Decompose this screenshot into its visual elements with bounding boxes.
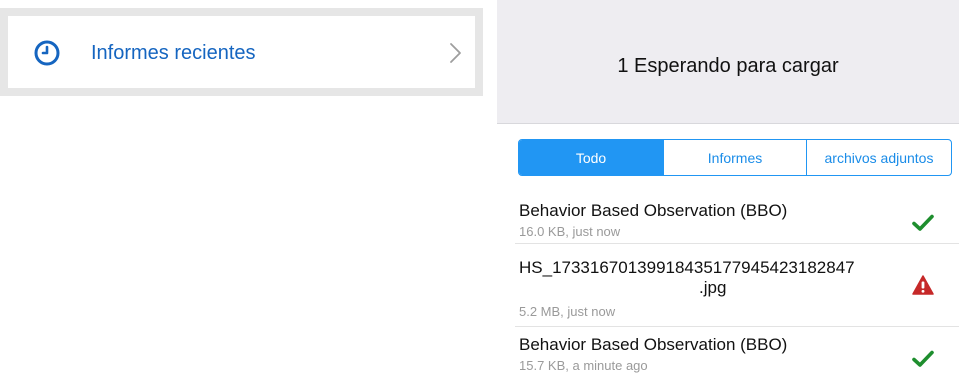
tab-todo[interactable]: Todo [519,140,663,175]
check-icon [912,214,934,231]
clock-icon [34,40,60,66]
upload-list-item[interactable]: HS_17331670139918435177945423182847 .jpg… [497,244,959,326]
check-icon [912,350,934,367]
upload-status-title: 1 Esperando para cargar [617,55,839,77]
item-name: Behavior Based Observation (BBO) [519,335,788,354]
item-name-line2: .jpg [699,278,727,297]
upload-list-item[interactable]: Behavior Based Observation (BBO) 15.7 KB… [497,327,959,380]
item-meta: 5.2 MB, just now [519,304,616,319]
recent-reports-label: Informes recientes [91,42,256,64]
tab-informes[interactable]: Informes [663,140,806,175]
item-name: Behavior Based Observation (BBO) [519,201,788,220]
item-meta: 15.7 KB, a minute ago [519,358,648,373]
upload-list-item[interactable]: Behavior Based Observation (BBO) 16.0 KB… [497,189,959,243]
item-name-line1: HS_17331670139918435177945423182847 [519,258,855,277]
recent-reports-row[interactable]: Informes recientes [0,8,483,96]
tab-archivos-adjuntos[interactable]: archivos adjuntos [806,140,951,175]
item-meta: 16.0 KB, just now [519,224,621,239]
chevron-right-icon [450,43,461,63]
upload-status-header: 1 Esperando para cargar [497,0,959,124]
screenshot-stage: Informes recientes 1 Esperando para carg… [0,0,959,380]
warning-icon[interactable] [912,275,934,295]
filter-segmented-control: Todo Informes archivos adjuntos [518,139,952,176]
